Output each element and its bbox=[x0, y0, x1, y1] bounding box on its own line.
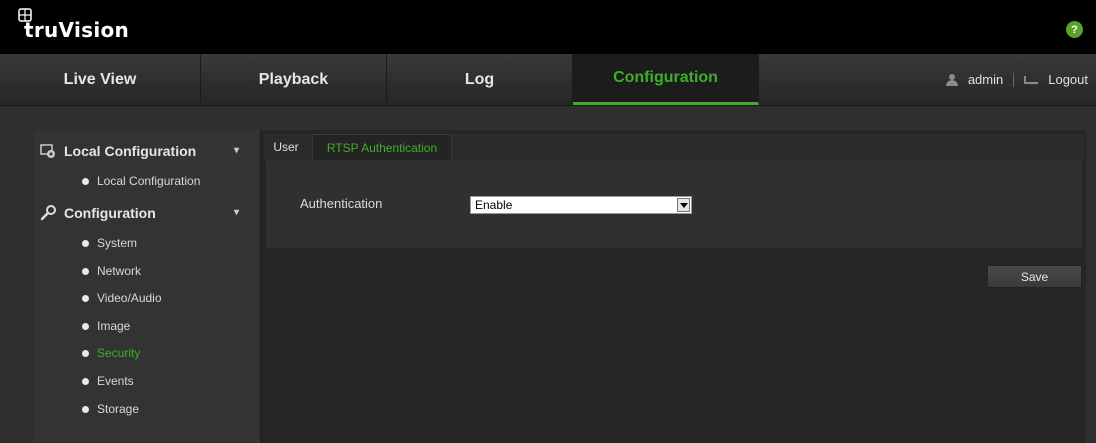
save-button[interactable]: Save bbox=[987, 265, 1082, 288]
sidebar-item-label: Security bbox=[97, 346, 141, 360]
tab-user[interactable]: User bbox=[264, 134, 308, 160]
app-logo: truVision bbox=[24, 18, 130, 42]
sidebar-item-security[interactable]: Security bbox=[82, 342, 140, 364]
bullet-icon bbox=[82, 322, 89, 330]
bullet-icon bbox=[82, 177, 89, 185]
wrench-icon bbox=[40, 205, 56, 221]
help-icon[interactable]: ? bbox=[1066, 21, 1083, 38]
sidebar-item-label: Image bbox=[97, 319, 131, 333]
sub-tab-bar: User RTSP Authentication bbox=[264, 134, 1084, 161]
user-icon bbox=[945, 73, 958, 86]
username: admin bbox=[967, 72, 1004, 87]
tab-configuration[interactable]: Configuration bbox=[573, 54, 759, 105]
sidebar-item-video-audio[interactable]: Video/Audio bbox=[82, 287, 162, 309]
main-nav: Live View Playback Log Configuration bbox=[0, 54, 1096, 106]
authentication-select[interactable]: Enable bbox=[470, 196, 692, 214]
sidebar-item-events[interactable]: Events bbox=[82, 370, 134, 392]
tab-playback[interactable]: Playback bbox=[201, 54, 387, 105]
sidebar-item-label: Events bbox=[97, 374, 134, 388]
logout-link[interactable]: Logout bbox=[1048, 72, 1088, 87]
tab-log[interactable]: Log bbox=[387, 54, 573, 105]
sidebar-item-network[interactable]: Network bbox=[82, 260, 141, 282]
authentication-value: Enable bbox=[475, 198, 513, 212]
user-area: admin Logout bbox=[945, 54, 1088, 105]
sidebar-group-configuration[interactable]: Configuration ▾ bbox=[34, 200, 260, 226]
bullet-icon bbox=[82, 267, 89, 275]
authentication-label: Authentication bbox=[300, 196, 383, 211]
sidebar-item-storage[interactable]: Storage bbox=[82, 398, 139, 420]
sidebar-item-system[interactable]: System bbox=[82, 232, 137, 254]
sidebar-group-label: Configuration bbox=[64, 205, 156, 221]
chevron-down-icon[interactable] bbox=[677, 198, 690, 212]
tab-live-view[interactable]: Live View bbox=[0, 54, 201, 105]
sidebar-item-label: System bbox=[97, 236, 138, 250]
sidebar-item-label: Storage bbox=[97, 402, 140, 416]
bullet-icon bbox=[82, 239, 89, 247]
sidebar-item-local-configuration[interactable]: Local Configuration bbox=[82, 170, 200, 192]
bullet-icon bbox=[82, 349, 89, 357]
divider bbox=[1013, 72, 1015, 87]
sidebar-group-local-configuration[interactable]: Local Configuration ▾ bbox=[34, 138, 260, 164]
tab-rtsp-authentication[interactable]: RTSP Authentication bbox=[312, 134, 452, 160]
local-config-icon bbox=[40, 144, 55, 158]
sidebar-item-label: Local Configuration bbox=[97, 174, 201, 188]
chevron-down-icon[interactable]: ▾ bbox=[234, 208, 244, 218]
logout-icon[interactable] bbox=[1024, 75, 1039, 84]
sidebar-item-label: Video/Audio bbox=[97, 291, 162, 305]
top-bar: truVision ? bbox=[0, 0, 1096, 54]
bullet-icon bbox=[82, 294, 89, 302]
sidebar-item-label: Network bbox=[97, 264, 142, 278]
sidebar-group-label: Local Configuration bbox=[64, 143, 197, 159]
chevron-down-icon[interactable]: ▾ bbox=[234, 146, 244, 156]
sidebar-item-image[interactable]: Image bbox=[82, 315, 130, 337]
sidebar: Local Configuration ▾ Local Configuratio… bbox=[34, 130, 261, 443]
bullet-icon bbox=[82, 377, 89, 385]
bullet-icon bbox=[82, 405, 89, 413]
